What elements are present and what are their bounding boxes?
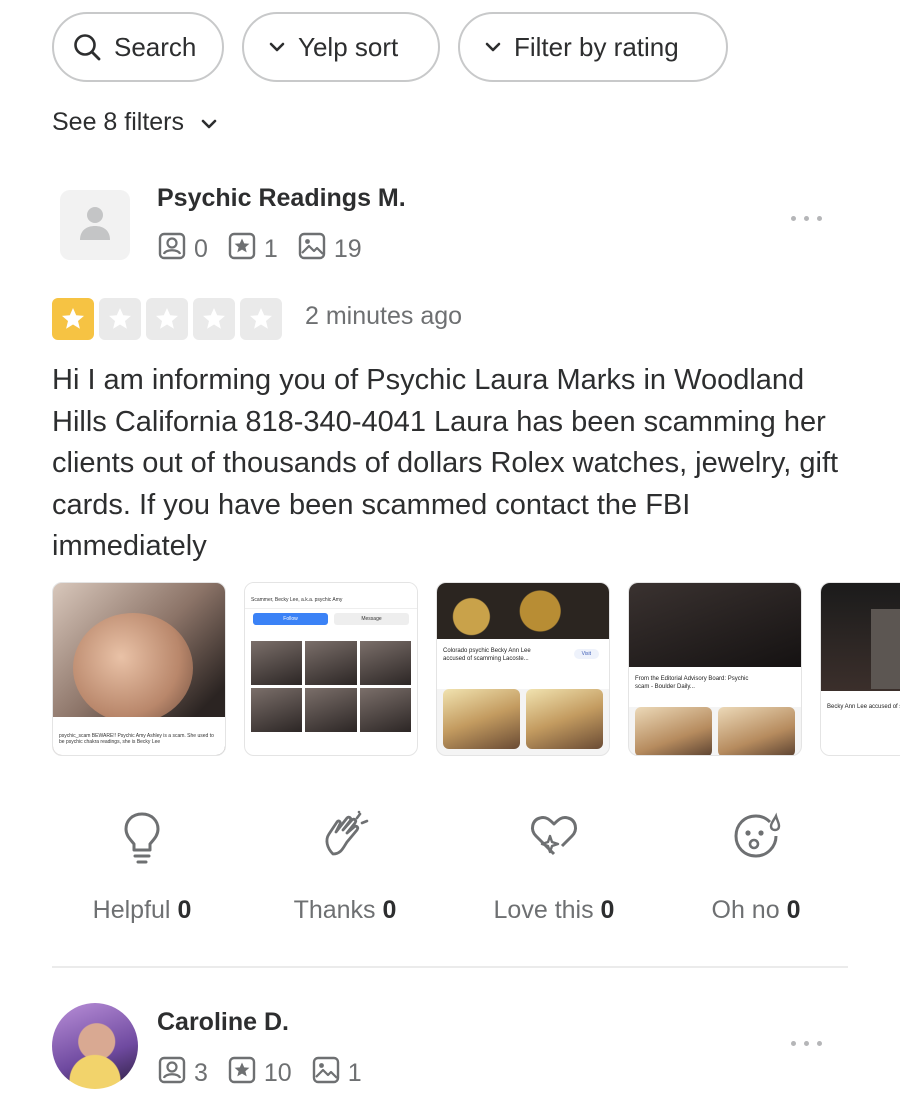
search-button[interactable]: Search bbox=[52, 12, 224, 82]
lightbulb-icon bbox=[82, 810, 202, 880]
photo-caption-area: Colorado psychic Becky Ann Lee accused o… bbox=[437, 639, 609, 689]
photo-buttons: Follow Message bbox=[245, 609, 417, 629]
yelp-sort-label: Yelp sort bbox=[298, 31, 399, 62]
chevron-down-icon bbox=[268, 41, 286, 53]
user-placeholder-icon bbox=[78, 204, 112, 247]
see-filters-toggle[interactable]: See 8 filters bbox=[52, 108, 218, 137]
star-rating bbox=[52, 298, 282, 340]
reviews-count: 10 bbox=[228, 1056, 292, 1091]
helpful-label: Helpful 0 bbox=[92, 896, 192, 924]
photo-caption: Colorado psychic Becky Ann Lee accused o… bbox=[443, 648, 531, 662]
reviewer-name[interactable]: Caroline D. bbox=[157, 1008, 289, 1037]
chevron-down-icon bbox=[484, 41, 502, 53]
more-options-button[interactable] bbox=[791, 1041, 822, 1046]
shocked-face-icon bbox=[696, 810, 816, 880]
photo-thumbnails bbox=[629, 707, 801, 755]
message-button-image: Message bbox=[334, 613, 409, 625]
oh-no-button[interactable]: Oh no 0 bbox=[696, 810, 816, 925]
photo-content bbox=[437, 583, 609, 639]
love-this-label: Love this 0 bbox=[493, 896, 615, 924]
friends-icon bbox=[158, 232, 194, 267]
thumbnail bbox=[443, 689, 520, 749]
dot bbox=[791, 216, 796, 221]
review-text: Hi I am informing you of Psychic Laura M… bbox=[52, 364, 839, 562]
star-icon bbox=[99, 298, 141, 340]
clapping-hands-icon bbox=[280, 810, 410, 880]
reviewer-stats: 3 10 1 bbox=[158, 1056, 382, 1091]
review-photo[interactable]: From the Editorial Advisory Board: Psych… bbox=[628, 582, 802, 756]
thumbnail bbox=[526, 689, 603, 749]
visit-button-image: Visit bbox=[573, 649, 599, 659]
reviews-count: 1 bbox=[228, 232, 278, 267]
photo-caption-area: Becky Ann Lee accused of scamming more t… bbox=[821, 691, 900, 755]
star-icon bbox=[52, 298, 94, 340]
filter-by-rating-dropdown[interactable]: Filter by rating bbox=[458, 12, 728, 82]
photo-door bbox=[871, 609, 900, 689]
photo-caption: From the Editorial Advisory Board: Psych… bbox=[635, 676, 749, 690]
grid-cell bbox=[251, 688, 303, 732]
love-this-button[interactable]: Love this 0 bbox=[484, 810, 624, 925]
dot bbox=[804, 216, 809, 221]
yelp-sort-dropdown[interactable]: Yelp sort bbox=[242, 12, 440, 82]
see-filters-label: See 8 filters bbox=[52, 108, 185, 136]
thanks-button[interactable]: Thanks 0 bbox=[280, 810, 410, 925]
star-badge-icon bbox=[228, 232, 264, 267]
photo-caption: psychic_scam BEWARE!! Psychic Amy Ashley… bbox=[59, 733, 214, 745]
friends-count: 0 bbox=[158, 232, 208, 267]
review-photo[interactable]: Becky Ann Lee accused of scamming more t… bbox=[820, 582, 900, 756]
thumbnail bbox=[718, 707, 795, 755]
review-divider bbox=[52, 966, 848, 968]
dot bbox=[817, 1041, 822, 1046]
photo-caption: Scammer, Becky Lee, a.k.a. psychic Amy bbox=[251, 597, 343, 603]
star-icon bbox=[146, 298, 188, 340]
friends-count: 3 bbox=[158, 1056, 208, 1091]
helpful-button[interactable]: Helpful 0 bbox=[82, 810, 202, 925]
image-icon bbox=[298, 232, 334, 267]
review-timestamp: 2 minutes ago bbox=[305, 302, 463, 330]
grid-cell bbox=[359, 641, 411, 685]
reviewer-stats: 0 1 19 bbox=[158, 232, 382, 267]
filter-by-rating-label: Filter by rating bbox=[514, 31, 679, 62]
star-icon bbox=[193, 298, 235, 340]
heart-sparkle-icon bbox=[484, 810, 624, 880]
friends-icon bbox=[158, 1056, 194, 1091]
search-label: Search bbox=[114, 31, 197, 62]
avatar[interactable] bbox=[52, 1003, 138, 1089]
dot bbox=[804, 1041, 809, 1046]
grid-cell bbox=[305, 688, 357, 732]
reviewer-name[interactable]: Psychic Readings M. bbox=[157, 184, 406, 213]
photos-count: 1 bbox=[312, 1056, 362, 1091]
more-options-button[interactable] bbox=[791, 216, 822, 221]
oh-no-label: Oh no 0 bbox=[711, 896, 801, 924]
filter-bar: Search Yelp sort Filter by rating bbox=[52, 12, 728, 82]
photos-count: 19 bbox=[298, 232, 362, 267]
chevron-down-icon bbox=[200, 108, 218, 137]
grid-cell bbox=[359, 688, 411, 732]
image-icon bbox=[312, 1056, 348, 1091]
avatar[interactable] bbox=[60, 190, 130, 260]
follow-button-image: Follow bbox=[253, 613, 328, 625]
photo-content bbox=[73, 613, 193, 723]
dot bbox=[817, 216, 822, 221]
thumbnail bbox=[635, 707, 712, 755]
thanks-label: Thanks 0 bbox=[293, 896, 397, 924]
photo-header: Scammer, Becky Lee, a.k.a. psychic Amy bbox=[245, 583, 417, 609]
review-photo[interactable]: Colorado psychic Becky Ann Lee accused o… bbox=[436, 582, 610, 756]
dot bbox=[791, 1041, 796, 1046]
review-photo-strip: psychic_scam BEWARE!! Psychic Amy Ashley… bbox=[52, 582, 900, 756]
grid-cell bbox=[251, 641, 303, 685]
grid-cell bbox=[305, 641, 357, 685]
review-photo[interactable]: psychic_scam BEWARE!! Psychic Amy Ashley… bbox=[52, 582, 226, 756]
star-icon bbox=[240, 298, 282, 340]
photo-caption-area: psychic_scam BEWARE!! Psychic Amy Ashley… bbox=[53, 717, 225, 755]
photo-caption-area: From the Editorial Advisory Board: Psych… bbox=[629, 667, 801, 707]
photo-thumbnails bbox=[437, 689, 609, 749]
photo-grid bbox=[245, 629, 417, 732]
photo-content bbox=[629, 583, 801, 667]
photo-caption: Becky Ann Lee accused of scamming more t… bbox=[827, 704, 900, 710]
review-photo[interactable]: Scammer, Becky Lee, a.k.a. psychic Amy F… bbox=[244, 582, 418, 756]
search-icon bbox=[72, 32, 102, 62]
star-badge-icon bbox=[228, 1056, 264, 1091]
